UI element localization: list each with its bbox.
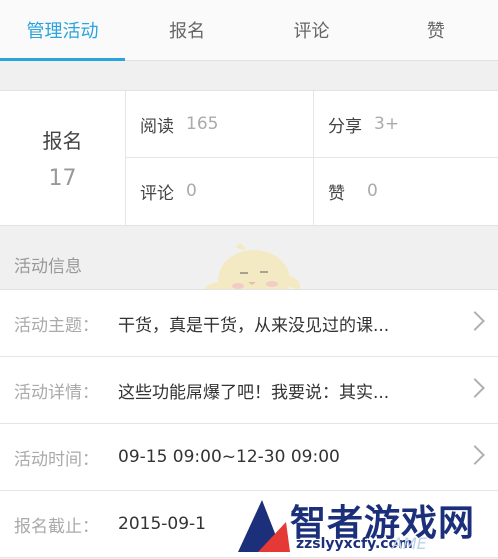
chevron-right-icon bbox=[465, 445, 485, 465]
details-key: 活动详情： bbox=[14, 382, 99, 403]
list-item-activity-topic[interactable]: 活动主题： 干货，真是干货，从来没见过的课... bbox=[0, 290, 498, 357]
list-item-activity-details[interactable]: 活动详情： 这些功能屌爆了吧！我要说：其实... bbox=[0, 357, 498, 424]
read-stat-label: 阅读 bbox=[140, 116, 174, 137]
tab-bar: 管理活动 报名 评论 赞 bbox=[0, 0, 498, 61]
signup-count-label: 报名 bbox=[42, 129, 83, 153]
comment-stat-label: 评论 bbox=[140, 183, 174, 204]
list-item-activity-time[interactable]: 活动时间： 09-15 09:00~12-30 09:00 bbox=[0, 424, 498, 491]
details-value: 这些功能屌爆了吧！我要说：其实... bbox=[118, 382, 390, 403]
signup-count-value: 17 bbox=[48, 166, 77, 191]
tab-comments[interactable]: 评论 bbox=[249, 0, 373, 60]
time-value: 09-15 09:00~12-30 09:00 bbox=[118, 447, 340, 467]
like-stat-value: 0 bbox=[367, 181, 378, 201]
comment-stat: 评论 0 bbox=[140, 158, 197, 224]
share-stat: 分享 3+ bbox=[328, 91, 399, 157]
comment-stat-value: 0 bbox=[186, 181, 197, 201]
stats-divider-vertical bbox=[313, 91, 314, 225]
deadline-key: 报名截止： bbox=[14, 516, 99, 537]
activity-stats: 报名 17 阅读 165 分享 3+ 评论 0 赞 0 bbox=[0, 90, 498, 226]
time-key: 活动时间： bbox=[14, 449, 99, 470]
like-stat: 赞 0 bbox=[328, 158, 378, 224]
chevron-right-icon bbox=[465, 378, 485, 398]
topic-value: 干货，真是干货，从来没见过的课... bbox=[118, 315, 390, 336]
activity-info-header: 活动信息 bbox=[14, 257, 82, 277]
tab-likes[interactable]: 赞 bbox=[374, 0, 498, 60]
tab-signup[interactable]: 报名 bbox=[125, 0, 249, 60]
share-stat-value: 3+ bbox=[374, 114, 400, 134]
share-stat-label: 分享 bbox=[328, 116, 362, 137]
read-stat-value: 165 bbox=[186, 114, 219, 134]
signup-count-block[interactable]: 报名 17 bbox=[0, 91, 126, 225]
tab-manage-activity[interactable]: 管理活动 bbox=[0, 0, 125, 61]
watermark-url-suffix: AME bbox=[392, 534, 427, 553]
chevron-right-icon bbox=[465, 311, 485, 331]
read-stat: 阅读 165 bbox=[140, 91, 218, 157]
topic-key: 活动主题： bbox=[14, 315, 99, 336]
like-stat-label: 赞 bbox=[328, 183, 345, 204]
